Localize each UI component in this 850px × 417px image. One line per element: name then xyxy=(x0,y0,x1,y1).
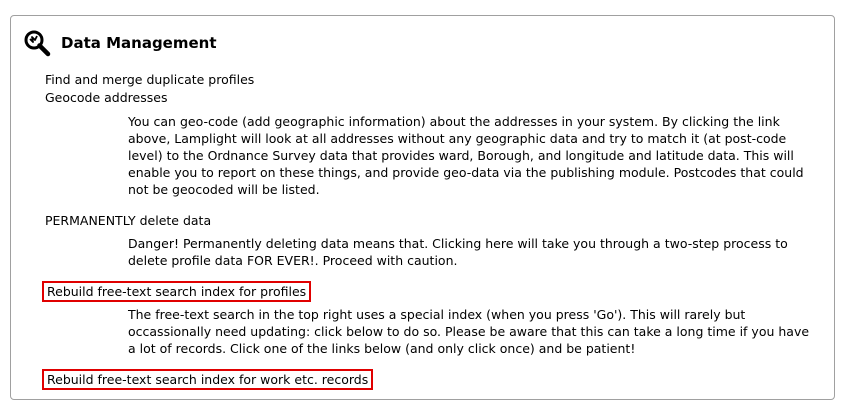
data-management-panel: Data Management Find and merge duplicate… xyxy=(10,15,835,400)
geocode-addresses-link[interactable]: Geocode addresses xyxy=(45,90,167,105)
panel-title: Data Management xyxy=(61,34,217,52)
permanently-delete-data-link[interactable]: PERMANENTLY delete data xyxy=(45,213,211,228)
rebuild-work-records-index-link[interactable]: Rebuild free-text search index for work … xyxy=(41,369,374,390)
delete-data-description: Danger! Permanently deleting data means … xyxy=(128,236,788,268)
panel-header: Data Management xyxy=(23,28,217,58)
geocode-description: You can geo-code (add geographic informa… xyxy=(128,114,804,197)
rebuild-index-description: The free-text search in the top right us… xyxy=(128,307,810,356)
find-merge-duplicates-link[interactable]: Find and merge duplicate profiles xyxy=(45,72,254,87)
magnifier-icon xyxy=(23,29,51,57)
rebuild-profiles-index-link[interactable]: Rebuild free-text search index for profi… xyxy=(41,281,312,302)
